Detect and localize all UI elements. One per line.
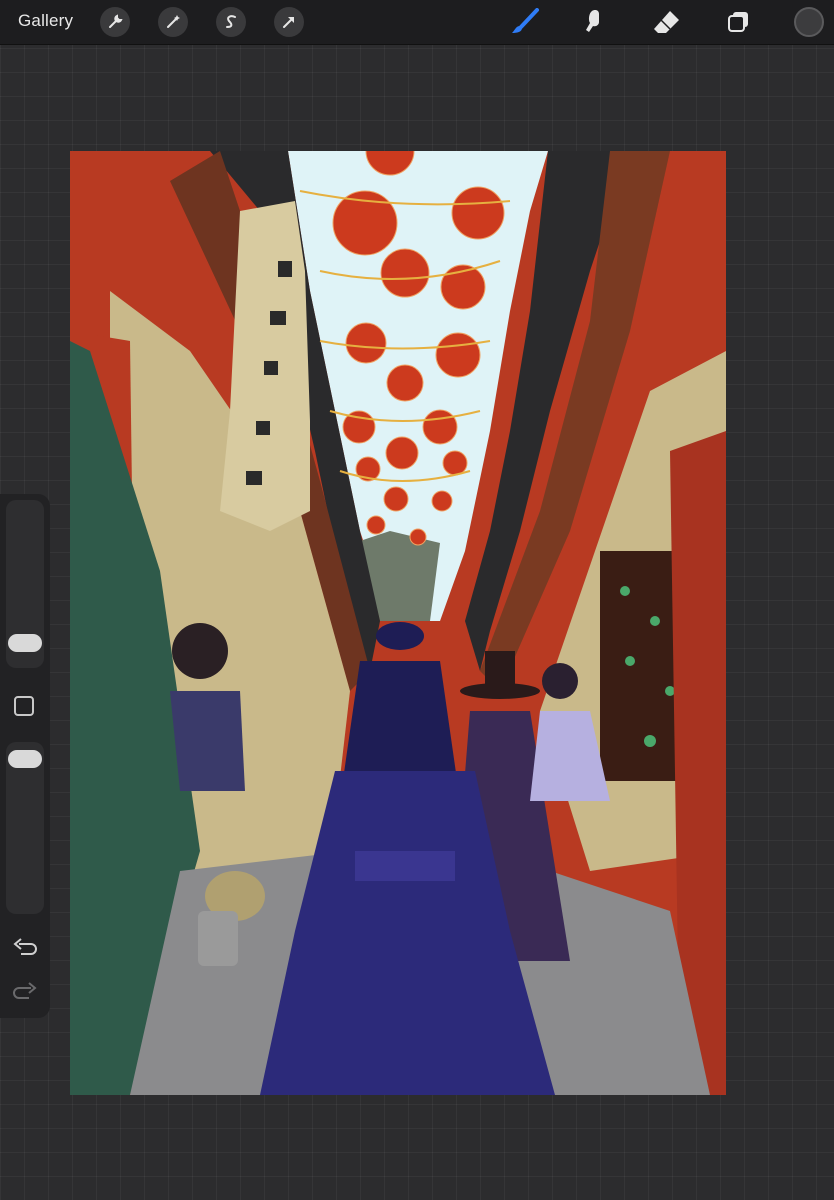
- wrench-icon[interactable]: [100, 7, 130, 37]
- magic-wand-icon[interactable]: [158, 7, 188, 37]
- transform-arrow-icon[interactable]: [274, 7, 304, 37]
- smudge-icon[interactable]: [581, 8, 611, 36]
- undo-icon[interactable]: [12, 938, 38, 960]
- redo-icon[interactable]: [12, 982, 38, 1004]
- gallery-button[interactable]: Gallery: [18, 11, 73, 31]
- left-sidebar: [0, 494, 50, 1018]
- eraser-icon[interactable]: [652, 8, 682, 36]
- brush-icon[interactable]: [510, 8, 540, 36]
- brush-size-handle[interactable]: [8, 634, 42, 652]
- opacity-slider[interactable]: [6, 742, 44, 914]
- color-picker-swatch[interactable]: [794, 7, 824, 37]
- artwork-market-alley: [70, 151, 726, 1095]
- brush-size-slider[interactable]: [6, 500, 44, 668]
- modify-square-icon[interactable]: [14, 696, 34, 716]
- artwork-canvas[interactable]: [70, 151, 726, 1095]
- top-toolbar: Gallery: [0, 0, 834, 45]
- selection-s-icon[interactable]: [216, 7, 246, 37]
- layers-icon[interactable]: [724, 8, 754, 36]
- opacity-handle[interactable]: [8, 750, 42, 768]
